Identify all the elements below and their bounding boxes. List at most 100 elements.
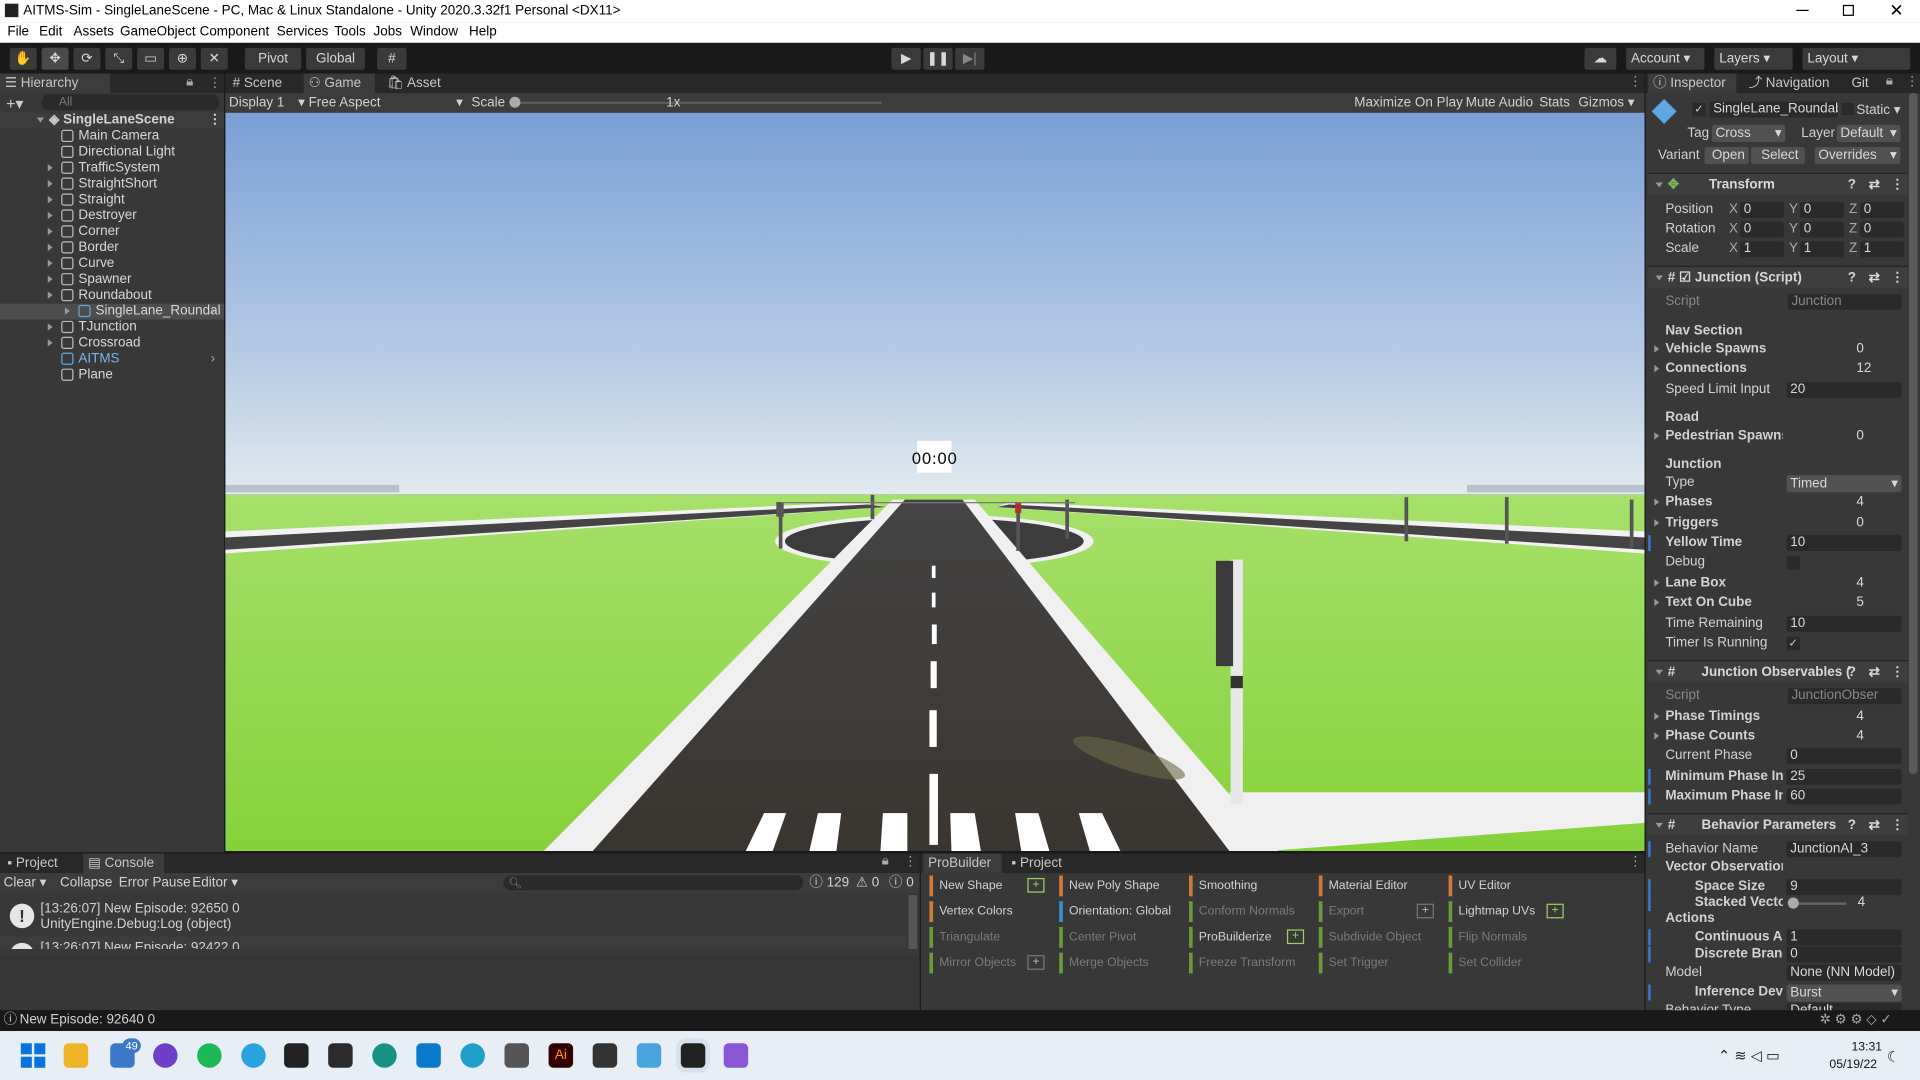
menu-help[interactable]: Help [469, 24, 497, 39]
lanebox-field[interactable]: 4 [1853, 576, 1902, 592]
max-phase-field[interactable]: 60 [1786, 788, 1902, 805]
hierarchy-item[interactable]: Spawner [0, 272, 224, 288]
menu-jobs[interactable]: Jobs [373, 24, 401, 39]
hierarchy-item[interactable]: TJunction [0, 320, 224, 336]
component-menu-icon[interactable]: ⋮ [1891, 267, 1904, 289]
status-text[interactable]: New Episode: 92640 0 [20, 1010, 156, 1031]
close-icon[interactable]: ✕ [1889, 0, 1903, 21]
stacked-field[interactable]: 4 [1854, 895, 1902, 911]
discrete-field[interactable]: 0 [1786, 946, 1902, 963]
tab-inspector[interactable]: ⓘ Inspector [1648, 73, 1737, 94]
inspector-lock-icon[interactable]: 🔒︎ [1886, 73, 1893, 89]
menu-edit[interactable]: Edit [39, 24, 62, 39]
probuilder-subdivide-object-button[interactable]: Subdivide Object [1318, 926, 1421, 948]
warn-count-toggle[interactable]: ⚠ 0 [856, 873, 879, 893]
error-pause-button[interactable]: Error Pause [119, 873, 191, 893]
transform-tool-button[interactable]: ⊕ [168, 47, 196, 70]
mute-audio-toggle[interactable]: Mute Audio [1466, 93, 1533, 113]
preset-icon[interactable]: ⇄ [1869, 661, 1880, 683]
unity-hub-icon[interactable] [592, 1043, 618, 1068]
tab-console[interactable]: ▤ Console [83, 853, 165, 874]
plus-icon[interactable]: + [1027, 955, 1045, 970]
scale-slider[interactable] [514, 101, 882, 105]
probuilder-flip-normals-button[interactable]: Flip Normals [1448, 926, 1527, 948]
expand-arrow-icon[interactable] [64, 307, 70, 315]
expand-arrow-icon[interactable] [47, 291, 53, 299]
probuilder-triangulate-button[interactable]: Triangulate [929, 926, 1000, 948]
probuilder-set-collider-button[interactable]: Set Collider [1448, 952, 1522, 974]
type-field[interactable]: Timed ▾ [1786, 475, 1902, 493]
behavior-header[interactable]: # Behavior Parameters? ⇄ ⋮ [1648, 813, 1908, 836]
tab-project-2[interactable]: ▪ Project [1007, 853, 1080, 873]
menu-tools[interactable]: Tools [334, 24, 365, 39]
stacked-slider-handle[interactable] [1787, 897, 1799, 909]
tab-game[interactable]: ⚇ Game [303, 73, 375, 94]
current-phase-field[interactable]: 0 [1786, 748, 1902, 765]
hierarchy-item[interactable]: StraightShort [0, 176, 224, 192]
razer-icon[interactable] [284, 1043, 309, 1068]
debug-checkbox[interactable] [1786, 555, 1801, 570]
hierarchy-search-input[interactable] [41, 94, 220, 111]
spotify-icon[interactable] [197, 1043, 222, 1068]
console-more-icon[interactable]: ⋮ [904, 853, 917, 870]
transform-x-field[interactable]: 0 [1740, 221, 1785, 238]
plus-icon[interactable]: + [1027, 877, 1045, 893]
vehicle-spawns-field[interactable]: 0 [1853, 342, 1902, 358]
expand-arrow-icon[interactable] [1654, 732, 1660, 740]
clock-date[interactable]: 05/19/22 [1829, 1058, 1877, 1071]
help-icon[interactable]: ? [1848, 661, 1856, 683]
hierarchy-item[interactable]: TrafficSystem [0, 160, 224, 176]
expand-arrow-icon[interactable] [1654, 364, 1660, 373]
help-icon[interactable]: ? [1848, 174, 1856, 196]
collapse-arrow-icon[interactable] [1655, 182, 1663, 188]
chevron-right-icon[interactable]: › [211, 351, 215, 367]
hierarchy-item[interactable]: AITMS › [0, 351, 224, 367]
pause-button[interactable]: ❚❚ [923, 47, 953, 70]
vscode-icon[interactable] [416, 1043, 441, 1068]
plus-icon[interactable]: + [1416, 903, 1434, 919]
collapse-arrow-icon[interactable] [1655, 822, 1663, 828]
notepad-icon[interactable] [636, 1043, 662, 1068]
log-count-toggle[interactable]: ⓘ 129 [809, 873, 849, 893]
maximize-icon[interactable] [1842, 4, 1854, 16]
preset-icon[interactable]: ⇄ [1869, 814, 1880, 836]
menu-assets[interactable]: Assets [73, 24, 113, 39]
menu-gameobject[interactable]: GameObject [120, 24, 196, 39]
tab-asset-store[interactable]: 🛍︎ Asset Store [382, 73, 475, 110]
play-button[interactable]: ▶ [891, 47, 921, 70]
scene-menu-icon[interactable]: ⋮ [208, 113, 221, 129]
probuilder-conform-normals-button[interactable]: Conform Normals [1188, 901, 1295, 923]
display-dropdown[interactable]: Display 1 ▾ [229, 93, 305, 113]
preset-icon[interactable]: ⇄ [1869, 174, 1880, 196]
hierarchy-item[interactable]: Roundabout [0, 288, 224, 304]
menu-services[interactable]: Services [277, 24, 329, 39]
static-checkbox[interactable] [1841, 102, 1854, 116]
transform-y-field[interactable]: 0 [1800, 221, 1845, 238]
inspector-scrollbar[interactable] [1908, 93, 1918, 774]
hierarchy-item[interactable]: Main Camera [0, 129, 224, 145]
probuilder-merge-objects-button[interactable]: Merge Objects [1059, 952, 1149, 974]
model-field[interactable]: None (NN Model) [1786, 964, 1902, 981]
hierarchy-item[interactable]: Curve [0, 256, 224, 272]
observables-header[interactable]: # Junction Observables (? ⇄ ⋮ [1648, 660, 1908, 683]
name-label-field[interactable]: JunctionAI_3 [1786, 841, 1902, 858]
cut-field[interactable]: Default [1786, 1002, 1902, 1011]
component-menu-icon[interactable]: ⋮ [1891, 814, 1904, 836]
console-entry[interactable]: ! [13:26:07] New Episode: 92650 0 UnityEng… [0, 898, 906, 937]
rect-tool-button[interactable]: ▭ [137, 47, 165, 70]
hierarchy-item[interactable]: Border [0, 240, 224, 256]
space-size-field[interactable]: 9 [1786, 879, 1902, 896]
illustrator-icon[interactable]: Ai [548, 1043, 574, 1068]
probuilder-more-icon[interactable]: ⋮ [1629, 853, 1642, 870]
global-button[interactable]: Global [306, 47, 365, 70]
hierarchy-item[interactable]: Crossroad [0, 336, 224, 352]
help-icon[interactable]: ? [1848, 814, 1856, 836]
probuilder-export-button[interactable]: Export [1318, 901, 1364, 923]
probuilder-mirror-objects-button[interactable]: Mirror Objects [929, 952, 1016, 974]
probuilder-lightmap-uvs-button[interactable]: Lightmap UVs [1448, 901, 1535, 923]
probuilder-freeze-transform-button[interactable]: Freeze Transform [1188, 952, 1295, 974]
expand-arrow-icon[interactable] [47, 227, 53, 236]
junction-header[interactable]: # ☑ Junction (Script)? ⇄ ⋮ [1648, 265, 1908, 289]
expand-arrow-icon[interactable] [1654, 519, 1660, 527]
object-name-field[interactable]: SingleLane_Roundab [1709, 101, 1838, 118]
